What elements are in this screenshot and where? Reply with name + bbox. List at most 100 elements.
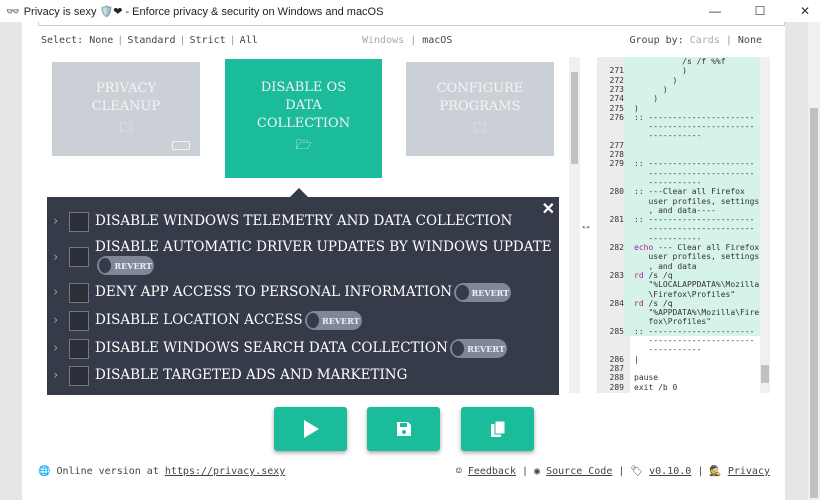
revert-toggle[interactable]: REVERT bbox=[97, 256, 154, 275]
os-macos[interactable]: macOS bbox=[422, 35, 452, 46]
select-standard[interactable]: Standard bbox=[127, 35, 175, 46]
code-text: user profiles, settings bbox=[624, 196, 760, 206]
select-none[interactable]: None bbox=[89, 35, 113, 46]
run-button[interactable] bbox=[274, 407, 347, 451]
line-number: 272 bbox=[609, 75, 624, 85]
save-button[interactable] bbox=[367, 407, 440, 451]
code-text: ) bbox=[624, 84, 760, 95]
group-cards[interactable]: Cards bbox=[690, 35, 720, 46]
code-line: 276:: ---------------------- bbox=[597, 112, 760, 123]
checkbox[interactable] bbox=[69, 212, 89, 232]
code-line: 273 ) bbox=[597, 84, 760, 95]
group-label: Group by: bbox=[629, 35, 684, 46]
code-line: user profiles, settings bbox=[597, 196, 760, 206]
chevron-right-icon[interactable]: › bbox=[53, 250, 69, 265]
line-number bbox=[597, 131, 624, 141]
group-none[interactable]: None bbox=[738, 35, 762, 46]
line-number bbox=[597, 336, 624, 346]
code-line: 287 bbox=[597, 364, 760, 374]
maximize-button[interactable]: ☐ bbox=[745, 0, 775, 22]
code-line: "%APPDATA%\Mozilla\Fire bbox=[597, 308, 760, 318]
card-configure-programs[interactable]: CONFIGURE PROGRAMS 🗀 bbox=[406, 62, 554, 156]
code-text: , and data---- bbox=[624, 205, 760, 216]
checkbox[interactable] bbox=[69, 366, 89, 386]
page-scrollbar[interactable] bbox=[808, 22, 820, 500]
chevron-right-icon[interactable]: › bbox=[53, 214, 69, 229]
revert-label: REVERT bbox=[114, 260, 152, 271]
code-text: echo --- Clear all Firefox bbox=[624, 243, 760, 253]
line-number: 275 bbox=[609, 103, 624, 113]
checkbox[interactable] bbox=[69, 311, 89, 331]
code-text: ) bbox=[624, 75, 760, 86]
close-icon[interactable]: ✕ bbox=[542, 199, 555, 218]
checkbox[interactable] bbox=[69, 283, 89, 303]
script-row[interactable]: › DISABLE WINDOWS SEARCH DATA COLLECTION… bbox=[53, 339, 507, 359]
code-text: pause bbox=[634, 373, 659, 383]
line-number bbox=[597, 122, 624, 132]
folder-icon: 🗀 bbox=[119, 121, 133, 136]
line-number: 283 bbox=[609, 270, 624, 280]
line-number bbox=[597, 178, 624, 188]
code-text: ) bbox=[624, 66, 760, 76]
code-line: 274 ) bbox=[597, 94, 760, 104]
code-text: rd /s /q bbox=[624, 270, 760, 281]
code-text bbox=[624, 150, 760, 160]
os-windows[interactable]: Windows bbox=[362, 35, 404, 46]
chevron-right-icon[interactable]: › bbox=[53, 341, 69, 356]
resize-handle-icon[interactable]: ↔ bbox=[580, 218, 592, 232]
code-text: \Firefox\Profiles" bbox=[624, 289, 760, 299]
code-text: ----------- bbox=[624, 233, 760, 244]
script-label: DENY APP ACCESS TO PERSONAL INFORMATION bbox=[95, 284, 453, 300]
revert-toggle[interactable]: REVERT bbox=[304, 311, 362, 330]
script-row[interactable]: › DISABLE TARGETED ADS AND MARKETING bbox=[53, 366, 407, 386]
code-text: :: ---Clear all Firefox bbox=[624, 187, 760, 197]
card-privacy-cleanup[interactable]: PRIVACY CLEANUP 🗀 bbox=[52, 62, 200, 156]
code-text: /s /f %%f bbox=[624, 57, 760, 67]
scripts-scrollbar[interactable] bbox=[569, 57, 580, 393]
online-link[interactable]: https://privacy.sexy bbox=[165, 466, 285, 477]
code-scrollbar[interactable] bbox=[760, 57, 770, 393]
line-number bbox=[597, 290, 624, 300]
source-code-link[interactable]: Source Code bbox=[546, 466, 612, 477]
save-icon bbox=[396, 422, 411, 436]
line-number bbox=[597, 308, 624, 318]
code-text: ----------- bbox=[624, 131, 760, 141]
revert-toggle[interactable]: REVERT bbox=[449, 339, 507, 358]
code-line: 285:: ---------------------- bbox=[597, 326, 760, 337]
line-number bbox=[597, 169, 624, 179]
checkbox[interactable] bbox=[69, 339, 89, 359]
code-line: ----------- bbox=[597, 131, 760, 141]
card-disable-os-data-collection[interactable]: DISABLE OS DATA COLLECTION 🗁 bbox=[225, 59, 382, 178]
script-row[interactable]: › DENY APP ACCESS TO PERSONAL INFORMATIO… bbox=[53, 283, 512, 303]
chevron-right-icon[interactable]: › bbox=[53, 313, 69, 328]
chevron-right-icon[interactable]: › bbox=[53, 285, 69, 300]
tag-icon: 🏷 bbox=[630, 466, 644, 477]
code-text: ) bbox=[624, 94, 760, 104]
revert-label: REVERT bbox=[467, 343, 505, 354]
close-window-button[interactable]: ✕ bbox=[790, 0, 820, 22]
checkbox[interactable] bbox=[69, 247, 89, 267]
code-text: :: ---------------------- bbox=[624, 112, 760, 123]
code-editor[interactable]: /s /f %%f 271 ) 272 ) 273 ) 274 ) 275) 276:: -… bbox=[597, 57, 770, 393]
code-line: 278 bbox=[597, 150, 760, 160]
minimize-button[interactable]: — bbox=[700, 0, 730, 22]
code-line: 284rd /s /q bbox=[597, 298, 760, 309]
title-bar: 👓 Privacy is sexy 🛡️❤ - Enforce privacy … bbox=[0, 0, 820, 22]
privacy-icon: 🕵 bbox=[709, 466, 722, 477]
select-all[interactable]: All bbox=[240, 35, 258, 46]
copy-button[interactable] bbox=[461, 407, 534, 451]
revert-toggle[interactable]: REVERT bbox=[454, 283, 512, 302]
privacy-link[interactable]: Privacy bbox=[728, 466, 770, 477]
feedback-link[interactable]: Feedback bbox=[468, 466, 516, 477]
script-row[interactable]: › DISABLE AUTOMATIC DRIVER UPDATES BY WI… bbox=[53, 238, 552, 275]
script-row[interactable]: › DISABLE LOCATION ACCESS REVERT bbox=[53, 311, 362, 331]
code-text: fox\Profiles" bbox=[624, 317, 760, 327]
line-number: 284 bbox=[609, 298, 624, 308]
select-strict[interactable]: Strict bbox=[190, 35, 226, 46]
script-label: DISABLE WINDOWS SEARCH DATA COLLECTION bbox=[95, 340, 448, 356]
chevron-right-icon[interactable]: › bbox=[53, 368, 69, 383]
script-label-wrap: DISABLE AUTOMATIC DRIVER UPDATES BY WIND… bbox=[95, 238, 552, 275]
script-row[interactable]: › DISABLE WINDOWS TELEMETRY AND DATA COL… bbox=[53, 212, 512, 232]
version-link[interactable]: v0.10.0 bbox=[649, 466, 691, 477]
app-page: Select: None | Standard | Strict | All Windows… bbox=[22, 22, 785, 500]
